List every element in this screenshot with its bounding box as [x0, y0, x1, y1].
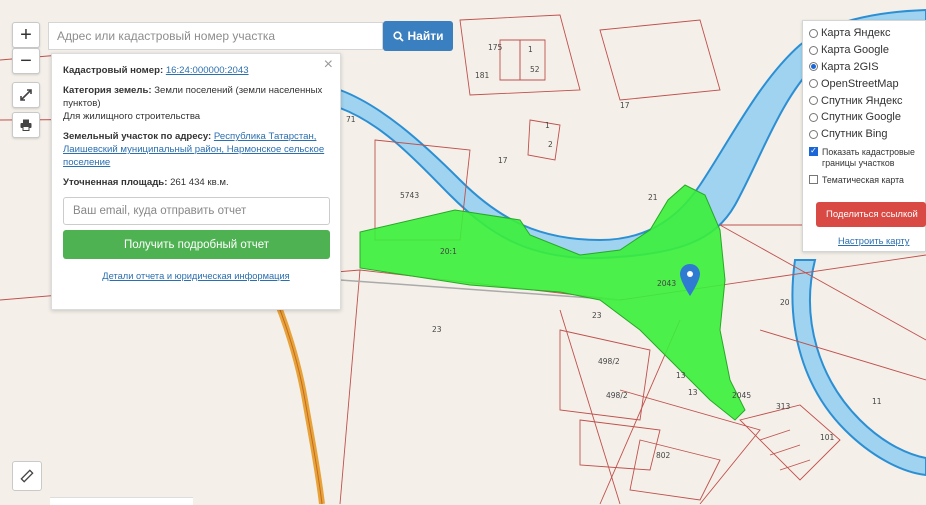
lot-label: 13 [688, 388, 698, 397]
cadastral-number-link[interactable]: 16:24:000000:2043 [166, 65, 249, 76]
layer-option-label: OpenStreetMap [821, 77, 899, 90]
fullscreen-button[interactable] [12, 82, 40, 108]
radio-icon[interactable] [809, 45, 818, 55]
expand-icon [20, 89, 32, 101]
lot-label: 2045 [732, 391, 751, 400]
lot-label: 2 [548, 140, 553, 149]
land-category-row: Категория земель: Земли поселений (земли… [63, 84, 329, 123]
layer-option-label: Карта 2GIS [821, 60, 879, 73]
report-details-link[interactable]: Детали отчета и юридическая информация [63, 270, 329, 283]
lot-label: 20:1 [440, 247, 457, 256]
address-label: Земельный участок по адресу: [63, 131, 212, 142]
lot-label: 175 [488, 43, 503, 52]
lot-label: 52 [530, 65, 540, 74]
lot-label: 23 [592, 311, 602, 320]
search-icon [392, 30, 404, 42]
close-icon[interactable]: × [324, 57, 333, 73]
area-label: Уточненная площадь: [63, 177, 168, 188]
lot-label: 23 [432, 325, 442, 334]
share-link-button[interactable]: Поделиться ссылкой [816, 202, 926, 227]
lot-label: 13 [676, 371, 686, 380]
category-label: Категория земель: [63, 85, 152, 96]
lot-label: 181 [475, 71, 490, 80]
measure-button[interactable] [12, 461, 42, 491]
get-report-button[interactable]: Получить подробный отчет [63, 230, 330, 259]
land-use-value: Для жилищного строительства [63, 111, 201, 122]
search-input[interactable] [48, 22, 383, 50]
print-button[interactable] [12, 112, 40, 138]
thematic-map-toggle[interactable]: Тематическая карта [809, 174, 925, 187]
checkbox-icon[interactable] [809, 174, 818, 184]
address-row: Земельный участок по адресу: Республика … [63, 130, 329, 169]
lot-label: 1 [528, 45, 533, 54]
lot-label: 1 [545, 121, 550, 130]
layer-option-label: Спутник Bing [821, 128, 888, 141]
thematic-label: Тематическая карта [822, 174, 904, 185]
layer-option-label: Карта Яндекс [821, 27, 891, 40]
setup-map-link[interactable]: Настроить карту [838, 236, 909, 246]
layer-option[interactable]: Спутник Google [809, 109, 925, 126]
layer-option-label: Спутник Яндекс [821, 94, 903, 107]
layer-option[interactable]: Карта Google [809, 42, 925, 59]
layer-option[interactable]: Карта 2GIS [809, 59, 925, 76]
layer-option[interactable]: Спутник Яндекс [809, 92, 925, 109]
lot-label: 802 [656, 451, 671, 460]
parcel-info-panel: × Кадастровый номер: 16:24:000000:2043 К… [51, 53, 341, 310]
search-button-label: Найти [407, 29, 444, 43]
show-cadastral-label: Показать кадастровые границы участков [822, 146, 915, 169]
lot-label: 11 [872, 397, 882, 406]
layer-option-label: Спутник Google [821, 111, 901, 124]
lot-label: 20 [780, 298, 790, 307]
lot-label: 101 [820, 433, 835, 442]
search-button[interactable]: Найти [383, 21, 453, 51]
zoom-out-button[interactable]: − [12, 48, 40, 74]
area-row: Уточненная площадь: 261 434 кв.м. [63, 176, 329, 189]
checkbox-icon[interactable]: ✓ [809, 146, 818, 156]
lot-label: 71 [346, 115, 356, 124]
cadastral-label: Кадастровый номер: [63, 65, 164, 76]
email-field[interactable] [63, 197, 330, 225]
lot-label: 17 [498, 156, 508, 165]
lot-label: 498/2 [598, 357, 620, 366]
layer-option[interactable]: Карта Яндекс [809, 25, 925, 42]
area-value: 261 434 кв.м. [170, 177, 229, 188]
radio-icon[interactable] [809, 129, 818, 139]
layer-option[interactable]: OpenStreetMap [809, 75, 925, 92]
layer-option-label: Карта Google [821, 44, 889, 57]
radio-icon[interactable] [809, 28, 818, 38]
printer-icon [20, 119, 32, 131]
ruler-icon [20, 469, 34, 483]
layer-option[interactable]: Спутник Bing [809, 126, 925, 143]
lot-label: 2043 [657, 279, 676, 288]
zoom-in-button[interactable]: + [12, 22, 40, 48]
radio-icon[interactable] [809, 112, 818, 122]
show-cadastral-toggle[interactable]: ✓ Показать кадастровые границы участков [809, 146, 925, 170]
radio-icon[interactable] [809, 96, 818, 106]
layer-options: Карта Яндекс Карта Google Карта 2GIS OpenSt… [809, 25, 925, 143]
lot-label: 17 [620, 101, 630, 110]
lot-label: 313 [776, 402, 791, 411]
lot-label: 21 [648, 193, 658, 202]
radio-icon[interactable] [809, 62, 818, 72]
radio-icon[interactable] [809, 79, 818, 89]
lot-label: 5743 [400, 191, 419, 200]
lot-label: 498/2 [606, 391, 628, 400]
cadastral-number-row: Кадастровый номер: 16:24:000000:2043 [63, 64, 329, 77]
